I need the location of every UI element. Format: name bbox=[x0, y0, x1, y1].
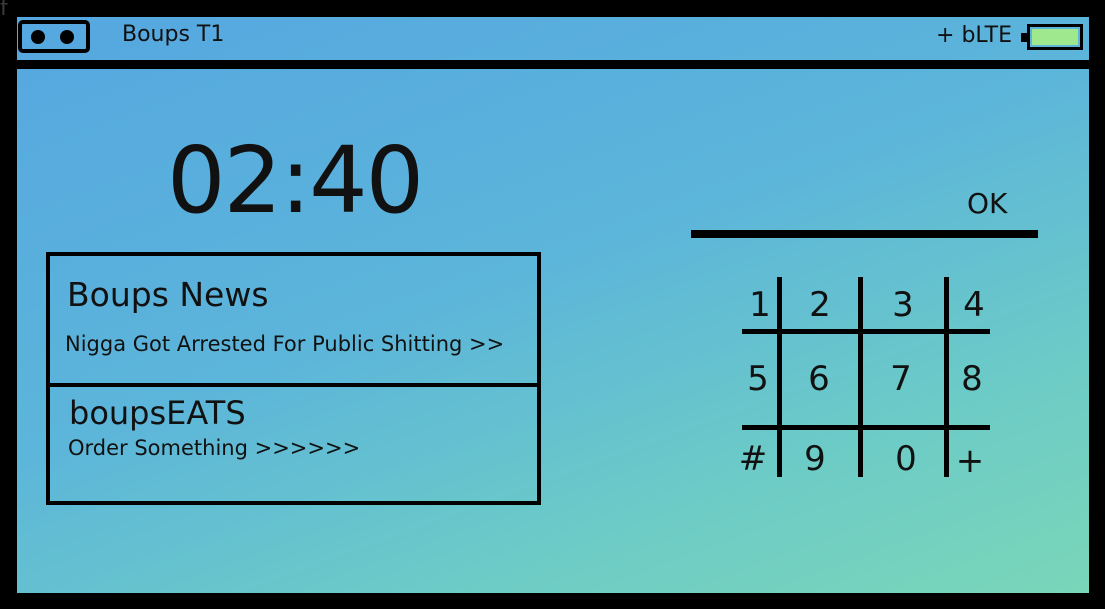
key-6[interactable]: 6 bbox=[794, 359, 844, 399]
clock: 02:40 bbox=[167, 127, 424, 234]
key-8[interactable]: 8 bbox=[947, 359, 997, 399]
key-1[interactable]: 1 bbox=[735, 285, 785, 325]
device-name: Boups T1 bbox=[122, 22, 225, 47]
key-2[interactable]: 2 bbox=[795, 285, 845, 325]
eats-order-link[interactable]: Order Something >>>>>> bbox=[68, 436, 360, 460]
battery-icon bbox=[1021, 24, 1083, 50]
corner-glyph: f bbox=[0, 0, 8, 21]
keypad: 1 2 3 4 5 6 7 8 # 9 0 + bbox=[739, 277, 992, 481]
keypad-grid-line bbox=[858, 277, 863, 477]
phone-screen: Boups T1 + bLTE 02:40 Boups News Nigga G… bbox=[17, 17, 1089, 593]
key-0[interactable]: 0 bbox=[881, 439, 931, 479]
key-9[interactable]: 9 bbox=[790, 439, 840, 479]
key-hash[interactable]: # bbox=[728, 439, 778, 479]
key-7[interactable]: 7 bbox=[876, 359, 926, 399]
battery-tip bbox=[1021, 33, 1027, 42]
ok-button[interactable]: OK bbox=[967, 187, 1007, 220]
feed-divider bbox=[50, 383, 537, 387]
status-divider bbox=[17, 60, 1089, 69]
keypad-grid-line bbox=[742, 425, 990, 430]
feed-panel: Boups News Nigga Got Arrested For Public… bbox=[46, 252, 541, 505]
eats-title[interactable]: boupsEATS bbox=[69, 394, 246, 432]
key-plus[interactable]: + bbox=[945, 441, 995, 481]
news-headline-link[interactable]: Nigga Got Arrested For Public Shitting >… bbox=[65, 332, 504, 356]
key-4[interactable]: 4 bbox=[949, 285, 999, 325]
news-title[interactable]: Boups News bbox=[67, 275, 269, 314]
tape-logo-icon bbox=[18, 20, 90, 53]
dial-entry-line[interactable] bbox=[691, 230, 1038, 238]
key-3[interactable]: 3 bbox=[878, 285, 928, 325]
logo-dot-right bbox=[60, 30, 74, 44]
battery-fill bbox=[1032, 29, 1078, 45]
key-5[interactable]: 5 bbox=[733, 359, 783, 399]
status-bar: Boups T1 + bLTE bbox=[17, 17, 1089, 60]
logo-dot-left bbox=[31, 30, 45, 44]
network-indicator: + bLTE bbox=[936, 23, 1012, 48]
keypad-grid-line bbox=[742, 329, 990, 334]
